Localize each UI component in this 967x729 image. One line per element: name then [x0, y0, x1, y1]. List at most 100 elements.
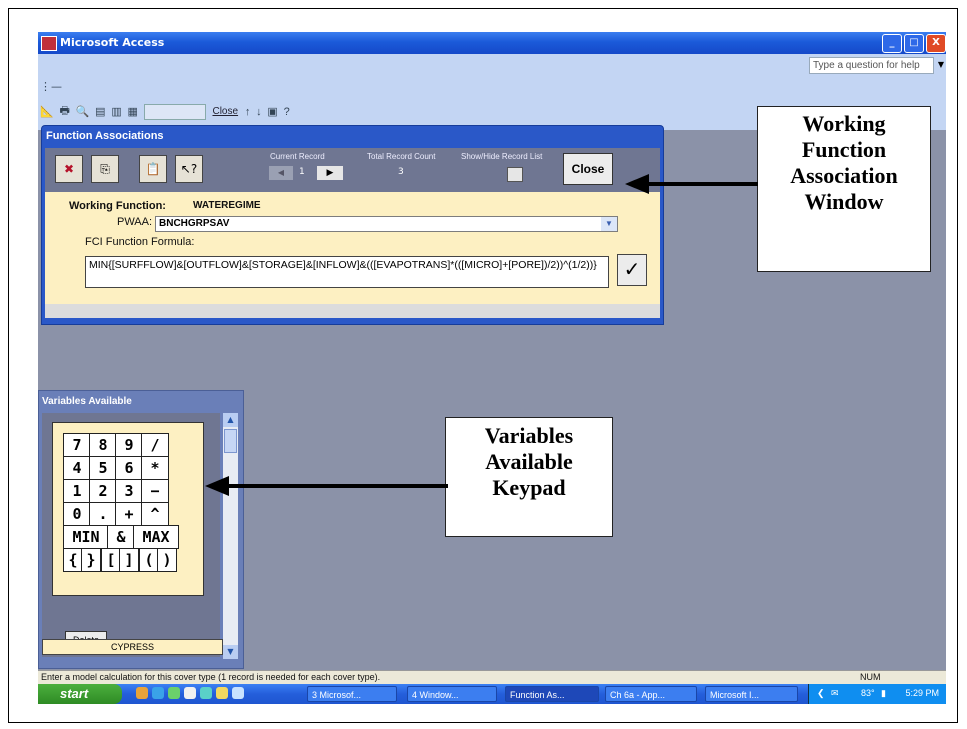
close-form-button[interactable]: Close — [563, 153, 613, 185]
delete-record-icon[interactable]: ✖ — [55, 155, 83, 183]
close-window-button[interactable]: X — [926, 34, 946, 53]
taskbar-item-access[interactable]: 3 Microsof... — [307, 686, 397, 702]
showhide-checkbox[interactable] — [507, 167, 523, 182]
record-header: ✖ ⎘ 📋 ↖? Current Record Total Record Cou… — [45, 148, 660, 192]
key-max[interactable]: MAX — [133, 525, 179, 549]
temperature-badge: 83° — [861, 688, 875, 698]
function-associations-window: Function Associations ✖ ⎘ 📋 ↖? Current R… — [41, 125, 664, 325]
formula-label: FCI Function Formula: — [85, 236, 195, 248]
key-5[interactable]: 5 — [89, 456, 117, 480]
design-view-icon[interactable]: 📐 — [40, 105, 54, 118]
menu-grip-icon[interactable]: ⋮— — [40, 80, 62, 93]
minimize-button[interactable]: _ — [882, 34, 902, 53]
num-lock-indicator: NUM — [860, 672, 881, 682]
current-record-label: Current Record — [270, 152, 325, 161]
scroll-up-icon[interactable]: ▲ — [223, 413, 238, 427]
pwaa-value: BNCHGRPSAV — [159, 218, 230, 229]
vertical-scrollbar[interactable]: ▲ ▼ — [223, 413, 238, 659]
menu-toolbar-handle[interactable]: ⋮— — [40, 76, 82, 94]
access-app-icon — [41, 36, 57, 51]
record-navigator: ◀ 1 ▶ — [269, 166, 353, 180]
key-decimal[interactable]: . — [89, 502, 117, 526]
key-close-paren[interactable]: ) — [157, 548, 177, 572]
key-multiply[interactable]: * — [141, 456, 169, 480]
taskbar-item-windows[interactable]: 4 Window... — [407, 686, 497, 702]
scroll-down-icon[interactable]: ▼ — [223, 645, 238, 659]
status-bar: Enter a model calculation for this cover… — [38, 670, 946, 685]
key-open-bracket[interactable]: [ — [101, 548, 121, 572]
key-power[interactable]: ^ — [141, 502, 169, 526]
help-icon[interactable]: ? — [284, 106, 290, 118]
key-7[interactable]: 7 — [63, 433, 91, 457]
key-open-brace[interactable]: { — [63, 548, 83, 572]
preview-icon[interactable]: 🔍 — [76, 105, 90, 118]
showhide-label: Show/Hide Record List — [461, 152, 543, 161]
key-0[interactable]: 0 — [63, 502, 91, 526]
variable-field[interactable]: CYPRESS — [42, 639, 223, 655]
formula-input[interactable]: MIN{[SURFFLOW]&[OUTFLOW]&[STORAGE]&[INFL… — [85, 256, 609, 288]
key-close-brace[interactable]: } — [81, 548, 101, 572]
multi-page-icon[interactable]: ▥ — [111, 105, 121, 118]
zoom-icon[interactable]: ▦ — [128, 105, 138, 118]
office-links-icon[interactable]: ▣ — [267, 105, 277, 118]
outlook-icon[interactable] — [232, 687, 244, 699]
scroll-thumb[interactable] — [224, 429, 237, 453]
key-6[interactable]: 6 — [115, 456, 143, 480]
working-function-value: WATEREGIME — [193, 200, 261, 211]
system-tray: ❮ ✉ 83° ▮ 5:29 PM — [808, 684, 946, 704]
next-record-button[interactable]: ▶ — [317, 166, 343, 180]
media-icon[interactable] — [168, 687, 180, 699]
paste-icon[interactable]: 📋 — [139, 155, 167, 183]
sort-descending-icon[interactable]: ↓ — [256, 106, 262, 118]
pwaa-label: PWAA: — [117, 216, 153, 228]
help-search-input[interactable]: Type a question for help — [809, 57, 934, 74]
quicklaunch-icon[interactable] — [136, 687, 148, 699]
key-2[interactable]: 2 — [89, 479, 117, 503]
browser-icon[interactable] — [152, 687, 164, 699]
key-8[interactable]: 8 — [89, 433, 117, 457]
desktop-icon[interactable] — [184, 687, 196, 699]
working-function-label: Working Function: — [69, 200, 166, 212]
pwaa-select[interactable]: BNCHGRPSAV ▼ — [155, 216, 618, 232]
working-function-arrow — [625, 174, 758, 194]
key-open-paren[interactable]: ( — [139, 548, 159, 572]
key-divide[interactable]: / — [141, 433, 169, 457]
key-close-bracket[interactable]: ] — [119, 548, 139, 572]
folder-icon[interactable] — [216, 687, 228, 699]
variables-keypad-callout: Variables Available Keypad — [445, 417, 613, 537]
key-ampersand[interactable]: & — [107, 525, 135, 549]
variables-available-window: Variables Available 7 8 9 / 4 5 6 * 1 2 … — [38, 390, 244, 669]
tray-arrow-icon[interactable]: ❮ — [817, 688, 825, 699]
zoom-combo[interactable] — [143, 103, 206, 120]
mail-icon[interactable]: ✉ — [831, 688, 839, 699]
status-message: Enter a model calculation for this cover… — [41, 672, 381, 682]
help-pointer-icon[interactable]: ↖? — [175, 155, 203, 183]
help-dropdown-icon[interactable]: ▼ — [936, 57, 946, 72]
key-minus[interactable]: − — [141, 479, 169, 503]
key-3[interactable]: 3 — [115, 479, 143, 503]
key-plus[interactable]: + — [115, 502, 143, 526]
previous-record-button[interactable]: ◀ — [269, 166, 293, 180]
copy-icon[interactable]: ⎘ — [91, 155, 119, 183]
key-4[interactable]: 4 — [63, 456, 91, 480]
taskbar-item-function[interactable]: Function As... — [505, 686, 599, 702]
taskbar-item-microsoft[interactable]: Microsoft I... — [705, 686, 798, 702]
toolbar-close-button[interactable]: Close — [212, 106, 238, 117]
sort-ascending-icon[interactable]: ↑ — [245, 106, 251, 118]
maximize-button[interactable]: □ — [904, 34, 924, 53]
messenger-icon[interactable] — [200, 687, 212, 699]
page-view-icon[interactable]: ▤ — [95, 105, 105, 118]
key-min[interactable]: MIN — [63, 525, 109, 549]
formatting-toolbar: 📐 🖶 🔍 ▤ ▥ ▦ Close ↑ ↓ ▣ ? — [40, 102, 352, 124]
checkmark-icon[interactable]: ✓ — [617, 254, 647, 286]
start-button[interactable]: start — [38, 684, 122, 704]
network-icon[interactable]: ▮ — [881, 688, 886, 699]
print-icon[interactable]: 🖶 — [59, 102, 69, 121]
title-bar[interactable]: Microsoft Access _ □ X — [38, 32, 946, 54]
key-1[interactable]: 1 — [63, 479, 91, 503]
keypad: 7 8 9 / 4 5 6 * 1 2 3 − 0 . + ^ MIN & MA… — [52, 422, 204, 596]
key-9[interactable]: 9 — [115, 433, 143, 457]
dropdown-icon[interactable]: ▼ — [601, 217, 617, 231]
taskbar-item-ch6a[interactable]: Ch 6a - App... — [605, 686, 697, 702]
callout-line-2: Function — [801, 137, 887, 162]
